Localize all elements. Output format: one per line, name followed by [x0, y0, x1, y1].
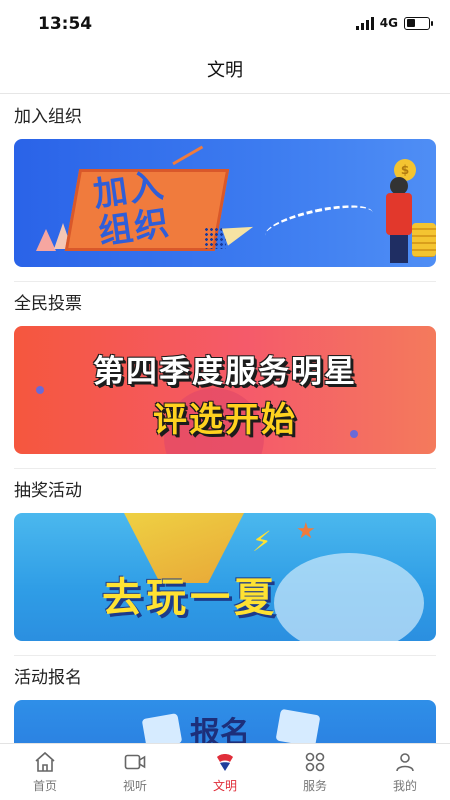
user-icon	[396, 753, 414, 772]
section-registration: 活动报名 报名	[0, 656, 450, 743]
banner-subheadline: 评选开始	[153, 400, 297, 440]
banner-headline: 去玩一夏	[102, 575, 278, 621]
civilization-icon	[217, 754, 233, 771]
section-lottery: 抽奖活动 ⚡ ★ 去玩一夏	[0, 469, 450, 656]
section-vote: 全民投票 第四季度服务明星 评选开始	[0, 282, 450, 469]
services-icon	[305, 752, 325, 772]
section-title: 抽奖活动	[14, 481, 82, 501]
person-illustration	[390, 235, 408, 263]
tab-label: 首页	[32, 779, 57, 793]
status-time: 13:54	[38, 14, 93, 34]
coin-stack-icon	[412, 223, 436, 257]
tab-label: 文明	[212, 779, 237, 793]
section-join-organization: 加入组织 加入 组织 $	[0, 95, 450, 282]
dashed-path-decoration	[262, 197, 376, 251]
network-type: 4G	[379, 16, 398, 30]
join-organization-banner[interactable]: 加入 组织 $	[14, 139, 436, 267]
tab-label: 服务	[302, 779, 327, 793]
content-scroll[interactable]: 加入组织 加入 组织 $ 全民投票 第四季度服务明星 评选开始 抽奖活动 ⚡ ★…	[0, 95, 450, 743]
battery-icon	[404, 16, 433, 30]
section-title: 加入组织	[14, 107, 82, 127]
glow-decoration	[274, 553, 424, 641]
banner-headline: 第四季度服务明星	[93, 354, 357, 390]
star-icon: ★	[296, 519, 316, 544]
status-indicators: 4G	[355, 16, 433, 30]
lottery-banner[interactable]: ⚡ ★ 去玩一夏	[14, 513, 436, 641]
banner-headline: 报名	[190, 716, 250, 743]
signal-icon	[355, 16, 374, 30]
person-illustration	[386, 193, 412, 235]
registration-banner[interactable]: 报名	[14, 700, 436, 743]
vote-banner[interactable]: 第四季度服务明星 评选开始	[14, 326, 436, 454]
section-title: 全民投票	[14, 294, 82, 314]
tab-video[interactable]: 视听	[90, 744, 180, 800]
home-icon	[35, 751, 55, 772]
tab-civilization[interactable]: 文明	[180, 744, 270, 800]
page-title: 文明	[0, 48, 450, 94]
tab-profile[interactable]: 我的	[360, 744, 450, 800]
pyramid-decoration	[36, 229, 56, 251]
lightning-icon: ⚡	[252, 525, 272, 558]
tab-home[interactable]: 首页	[0, 744, 90, 800]
card-decoration	[141, 713, 183, 743]
tab-label: 我的	[392, 779, 417, 793]
tab-bar: 首页 视听 文明 服务 我的	[0, 743, 450, 800]
banner-headline: 加入 组织	[90, 165, 174, 253]
tab-services[interactable]: 服务	[270, 744, 360, 800]
video-icon	[124, 754, 146, 770]
paper-plane-icon	[221, 218, 257, 246]
status-bar: 13:54 4G	[0, 0, 450, 48]
card-decoration	[275, 708, 321, 743]
tab-label: 视听	[122, 779, 147, 793]
section-title: 活动报名	[14, 668, 82, 688]
